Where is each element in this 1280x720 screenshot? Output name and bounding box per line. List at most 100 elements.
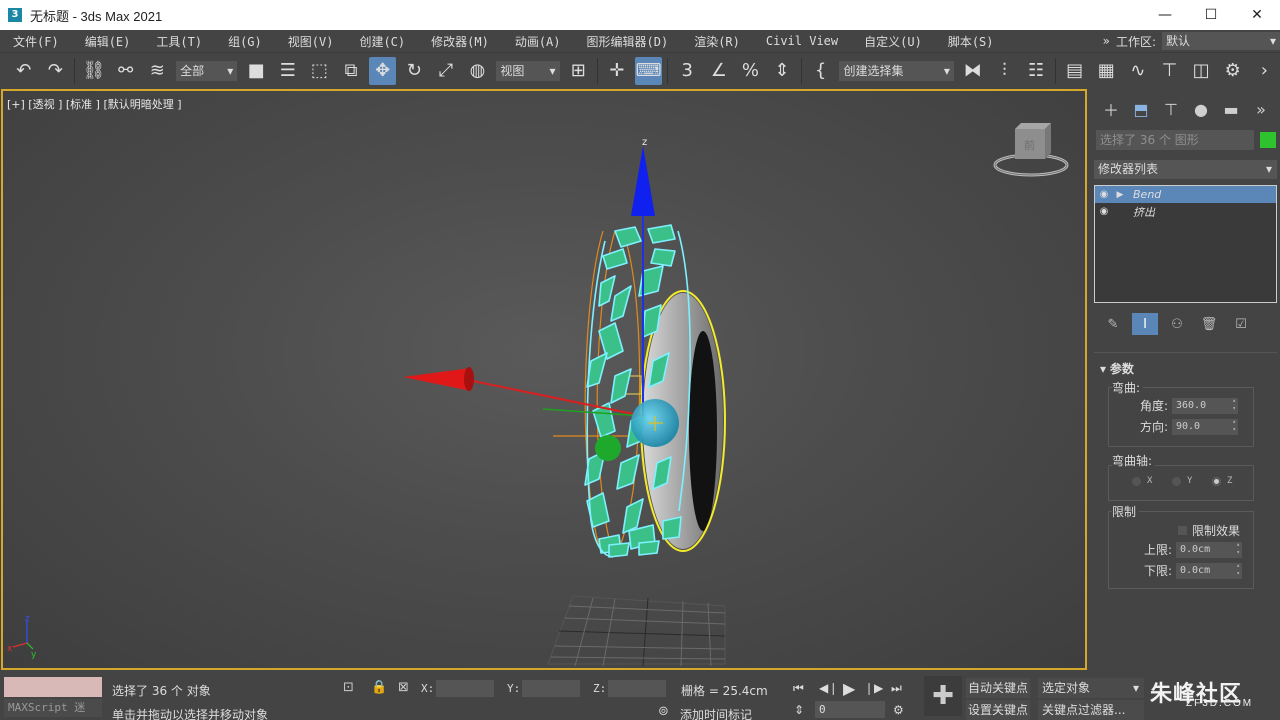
display-tab-icon[interactable]: ▬ (1216, 96, 1246, 122)
mirror-icon[interactable]: ⧓ (959, 57, 987, 85)
eye-icon[interactable]: ◉ (1095, 189, 1113, 200)
rollout-parameters-title[interactable]: 参数 (1100, 360, 1134, 377)
z-coord-field[interactable] (608, 680, 666, 697)
toolbar-overflow-icon[interactable]: › (1251, 57, 1279, 85)
scene-canvas[interactable]: z 前 z x y (3, 91, 1085, 668)
rectangular-selection-icon[interactable]: ⬚ (306, 57, 334, 85)
menu-animation[interactable]: 动画(A) (502, 33, 574, 50)
expand-icon[interactable]: ▶ (1113, 190, 1127, 200)
motion-tab-icon[interactable]: ● (1186, 96, 1216, 122)
eye-icon[interactable]: ◉ (1095, 206, 1113, 217)
remove-modifier-icon[interactable]: 🗑 (1196, 313, 1222, 335)
previous-frame-icon[interactable]: ◀❘ (819, 681, 838, 695)
render-setup-icon[interactable]: ⚙ (1219, 57, 1247, 85)
play-icon[interactable]: ▶ (843, 679, 855, 698)
go-to-end-icon[interactable]: ⏭ (891, 681, 902, 696)
menu-edit[interactable]: 编辑(E) (72, 33, 144, 50)
named-selection-dropdown[interactable]: 创建选择集 (839, 60, 954, 81)
spinner-snap-icon[interactable]: ⇕ (768, 57, 796, 85)
edit-named-selection-icon[interactable]: { (807, 57, 835, 85)
menu-views[interactable]: 视图(V) (275, 33, 347, 50)
add-time-tag-button[interactable]: 添加时间标记 (680, 706, 752, 720)
upper-limit-spinner[interactable]: 0.0cm (1176, 541, 1242, 558)
angle-spinner[interactable]: 360.0 (1172, 397, 1238, 414)
select-manipulate-icon[interactable]: ✛ (603, 57, 631, 85)
axis-y-radio[interactable]: Y (1172, 476, 1192, 486)
set-key-big-icon[interactable]: ✚ (924, 676, 962, 716)
menu-more-icon[interactable]: » (1103, 34, 1110, 48)
ribbon-icon[interactable]: ▦ (1092, 57, 1120, 85)
current-frame-field[interactable]: 0 (815, 701, 885, 718)
reference-coordinate-dropdown[interactable]: 视图 (496, 60, 560, 81)
show-end-result-icon[interactable]: I (1132, 313, 1158, 335)
material-editor-icon[interactable]: ◫ (1187, 57, 1215, 85)
select-object-icon[interactable]: ■ (242, 57, 270, 85)
set-key-button[interactable]: 设置关键点 (966, 700, 1030, 720)
menu-customize[interactable]: 自定义(U) (851, 33, 935, 50)
bind-space-warp-icon[interactable]: ≋ (143, 57, 171, 85)
next-frame-icon[interactable]: ❘▶ (864, 681, 883, 695)
pin-stack-icon[interactable]: ✎ (1100, 313, 1126, 335)
toggle-scene-explorer-icon[interactable]: ☷ (1022, 57, 1050, 85)
selection-filter-dropdown[interactable]: 全部 (176, 60, 238, 81)
maximize-button[interactable]: ☐ (1188, 0, 1234, 30)
menu-rendering[interactable]: 渲染(R) (681, 33, 753, 50)
menu-tools[interactable]: 工具(T) (143, 33, 215, 50)
select-and-move-icon[interactable]: ✥ (368, 56, 397, 85)
maxscript-input[interactable]: MAXScript 迷 (4, 699, 102, 717)
menu-create[interactable]: 创建(C) (346, 33, 418, 50)
menu-graph-editors[interactable]: 图形编辑器(D) (574, 33, 682, 50)
object-color-swatch[interactable] (1260, 132, 1276, 148)
close-button[interactable]: ✕ (1234, 0, 1280, 30)
key-filters-button[interactable]: 关键点过滤器... (1038, 700, 1144, 720)
perspective-viewport[interactable]: z 前 z x y [+] [透视 ] [标准 ] [默认明暗处理 ] (1, 89, 1087, 670)
selection-lock-icon[interactable]: 🔒 (371, 680, 387, 695)
snaps-toggle-icon[interactable]: 3 (673, 57, 701, 85)
menu-scripting[interactable]: 脚本(S) (935, 33, 1007, 50)
object-name-field[interactable]: 选择了 36 个 图形 (1096, 130, 1254, 150)
isolate-selection-icon[interactable]: ⊡ (343, 680, 354, 695)
menu-civil-view[interactable]: Civil View (753, 34, 851, 48)
time-configuration-icon[interactable]: ⚙ (893, 703, 904, 717)
window-crossing-icon[interactable]: ⧉ (337, 57, 365, 85)
stack-item-bend[interactable]: ◉ ▶ Bend (1095, 186, 1276, 203)
axis-x-radio[interactable]: X (1132, 476, 1152, 486)
stack-item-extrude[interactable]: ◉ 挤出 (1095, 203, 1276, 220)
auto-key-button[interactable]: 自动关键点 (966, 678, 1030, 698)
x-coord-field[interactable] (436, 680, 494, 697)
pivot-center-icon[interactable]: ⊞ (565, 57, 593, 85)
angle-snap-icon[interactable]: ∠ (705, 57, 733, 85)
modify-tab-icon[interactable]: ⬒ (1126, 96, 1156, 122)
curve-editor-icon[interactable]: ∿ (1124, 57, 1152, 85)
key-mode-toggle-icon[interactable]: ⇕ (794, 703, 804, 717)
percent-snap-icon[interactable]: % (737, 57, 765, 85)
maxscript-listener-output[interactable] (4, 677, 102, 697)
keyboard-shortcut-override-icon[interactable]: ⌨ (634, 56, 663, 85)
direction-spinner[interactable]: 90.0 (1172, 418, 1238, 435)
align-icon[interactable]: ⫶ (991, 57, 1019, 85)
redo-icon[interactable]: ↷ (42, 57, 70, 85)
create-tab-icon[interactable]: ＋ (1096, 96, 1126, 122)
unlink-icon[interactable]: ⚯ (112, 57, 140, 85)
workspace-select[interactable]: 默认 (1162, 32, 1280, 50)
menu-modifiers[interactable]: 修改器(M) (418, 33, 502, 50)
layer-explorer-icon[interactable]: ▤ (1061, 57, 1089, 85)
minimize-button[interactable]: — (1142, 0, 1188, 30)
undo-icon[interactable]: ↶ (10, 57, 38, 85)
y-coord-field[interactable] (522, 680, 580, 697)
absolute-relative-icon[interactable]: ⊠ (398, 680, 409, 695)
menu-group[interactable]: 组(G) (215, 33, 275, 50)
select-and-scale-icon[interactable]: ⤢ (432, 57, 460, 85)
configure-modifier-sets-icon[interactable]: ☑ (1228, 313, 1254, 335)
select-and-rotate-icon[interactable]: ↻ (400, 57, 428, 85)
axis-z-radio[interactable]: Z (1212, 476, 1232, 486)
menu-file[interactable]: 文件(F) (0, 33, 72, 50)
key-mode-dropdown[interactable]: 选定对象 (1038, 678, 1144, 698)
lower-limit-spinner[interactable]: 0.0cm (1176, 562, 1242, 579)
limit-effect-checkbox[interactable]: 限制效果 (1178, 522, 1240, 539)
hierarchy-tab-icon[interactable]: ⊤ (1156, 96, 1186, 122)
go-to-start-icon[interactable]: ⏮ (793, 681, 804, 696)
utilities-tab-icon[interactable]: » (1246, 96, 1276, 122)
link-icon[interactable]: ⛓ (80, 57, 108, 85)
modifier-list-dropdown[interactable]: 修改器列表 (1094, 160, 1277, 179)
